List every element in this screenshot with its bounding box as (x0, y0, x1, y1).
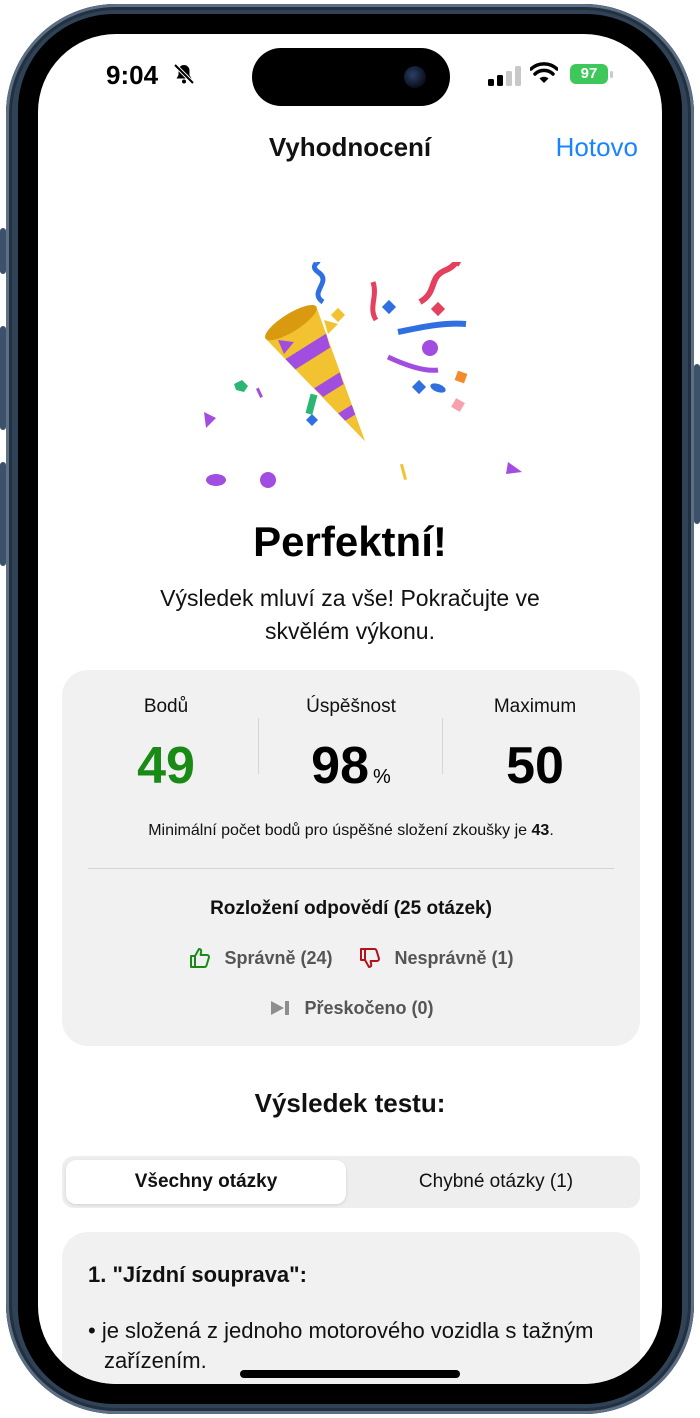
correct-count: Správně (24) (188, 946, 332, 970)
success-stat: Úspěšnost 98% (261, 696, 441, 796)
max-stat: Maximum 50 (445, 696, 625, 796)
success-value-row: 98% (261, 736, 441, 796)
success-unit: % (373, 766, 391, 788)
question-title: 1. "Jízdní souprava": (88, 1262, 307, 1287)
volume-up-button (0, 326, 6, 430)
points-value: 49 (137, 737, 195, 795)
divider (88, 868, 614, 869)
front-camera (404, 66, 426, 88)
points-stat: Bodů 49 (76, 696, 256, 796)
min-note-suffix: . (549, 822, 554, 839)
min-points-value: 43 (531, 822, 550, 839)
action-button (0, 228, 6, 274)
min-points-note: Minimální počet bodů pro úspěšné složení… (62, 822, 640, 840)
distribution-title: Rozložení odpovědí (25 otázek) (210, 898, 492, 919)
result-headline: Perfektní! (253, 518, 447, 565)
max-label: Maximum (493, 696, 577, 717)
tab-all-questions[interactable]: Všechny otázky (66, 1160, 346, 1204)
wrong-label: Nesprávně (1) (394, 947, 514, 968)
dynamic-island (252, 48, 450, 106)
bell-slash-icon (173, 63, 195, 85)
tab-wrong-questions[interactable]: Chybné otázky (1) (356, 1160, 636, 1204)
stats-card: Bodů 49 Úspěšnost 98% Maximum 50 Minimál… (62, 670, 640, 1046)
skipped-row: Přeskočeno (0) (62, 996, 640, 1020)
home-indicator[interactable] (240, 1370, 460, 1378)
battery-indicator: 97 (570, 64, 608, 84)
volume-down-button (0, 462, 6, 566)
min-note-prefix: Minimální počet bodů pro úspěšné složení… (148, 822, 532, 839)
success-label: Úspěšnost (306, 696, 396, 717)
distribution-row: Správně (24) Nesprávně (1) (62, 946, 640, 970)
points-label: Bodů (143, 696, 189, 717)
thumbs-down-icon (360, 948, 381, 968)
party-popper-icon (204, 262, 522, 488)
skipped-count: Přeskočeno (0) (268, 996, 434, 1020)
stat-divider (258, 718, 259, 774)
skipped-label: Přeskočeno (0) (304, 997, 434, 1018)
status-time: 9:04 (106, 60, 159, 90)
battery-tip (610, 71, 613, 78)
battery-level: 97 (580, 65, 598, 82)
wrong-count: Nesprávně (1) (358, 946, 514, 970)
question-filter-control: Všechny otázky Chybné otázky (1) (62, 1156, 640, 1208)
max-value: 50 (506, 737, 564, 795)
wifi-icon (530, 62, 558, 83)
screen: 9:04 97 Vyhodnocení Hotovo Perfektní! Vý… (38, 34, 662, 1384)
question-card[interactable]: 1. "Jízdní souprava": • je složená z jed… (62, 1232, 640, 1384)
skip-forward-icon (271, 1001, 290, 1015)
side-button (694, 364, 700, 524)
success-value: 98 (311, 737, 370, 795)
correct-label: Správně (24) (224, 947, 333, 968)
test-result-title: Výsledek testu: (254, 1088, 446, 1118)
question-answer: • je složená z jednoho motorového vozidl… (88, 1318, 594, 1373)
stat-divider (442, 718, 443, 774)
signal-icon (488, 66, 521, 86)
done-button[interactable]: Hotovo (556, 132, 638, 163)
thumbs-up-icon (190, 948, 211, 968)
result-subtitle: Výsledek mluví za vše! Pokračujte ve skv… (160, 585, 540, 644)
